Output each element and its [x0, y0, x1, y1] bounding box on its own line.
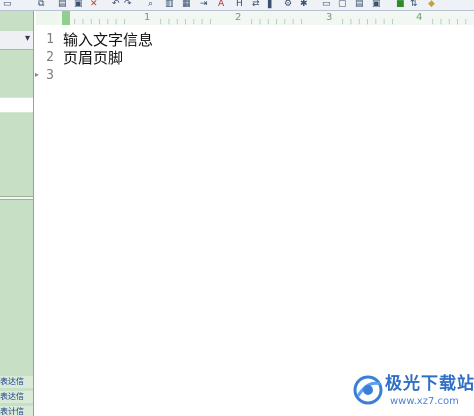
list-item[interactable]: 表达信	[0, 376, 33, 388]
ruler-mark: 3	[326, 12, 333, 23]
undo-icon[interactable]: ↶	[112, 0, 120, 9]
window-icon[interactable]: ▤	[355, 0, 364, 9]
column-icon[interactable]: ▌	[268, 0, 275, 9]
export-icon[interactable]: ◆	[428, 0, 435, 9]
font-icon[interactable]: H	[236, 0, 243, 9]
watermark-url: www.xz7.com	[390, 396, 459, 407]
editor-line[interactable]: 输入文字信息	[63, 31, 153, 49]
ruler-mark: 4	[416, 12, 423, 23]
pane-divider	[0, 196, 33, 200]
line-number: 2	[46, 50, 54, 65]
line-number: 1	[46, 32, 54, 47]
ruler-mark: 2	[235, 12, 242, 23]
pane-selected-row[interactable]	[0, 97, 33, 113]
column-ruler: ╷ ╷ ╷ ╷ ╷ ╷ ╷ 1 ╷ ╷ ╷ ╷ ╷ ╷ ╷ 2 ╷ ╷ ╷ ╷ …	[58, 11, 474, 25]
paste-icon[interactable]: ▤	[58, 0, 67, 9]
column-icon[interactable]: ⇥	[200, 0, 208, 9]
font-color-icon[interactable]: A	[218, 0, 224, 9]
side-pane: ▾ 表达信 表达信 表计信	[0, 11, 34, 416]
ruler-ticks: ╷ ╷ ╷ ╷ ╷ ╷ ╷	[340, 15, 396, 25]
ruler-ticks: ╷ ╷ ╷ ╷ ╷ ╷ ╷	[249, 15, 305, 25]
find-icon[interactable]: ⌕	[148, 0, 153, 9]
settings-icon[interactable]: ⚙	[284, 0, 292, 9]
list-item[interactable]: 表计信	[0, 406, 33, 416]
pane-header[interactable]: ▾	[0, 31, 33, 50]
window-icon[interactable]: ▣	[372, 0, 381, 9]
ruler-ticks: ╷ ╷ ╷ ╷ ╷ ╷ ╷	[72, 15, 128, 25]
chevron-down-icon[interactable]: ▾	[25, 33, 30, 44]
watermark-title: 极光下载站	[385, 374, 474, 394]
format-icon[interactable]: ▥	[165, 0, 174, 9]
window-icon[interactable]: ▢	[338, 0, 347, 9]
ruler-cursor-marker	[62, 11, 70, 25]
paste-icon[interactable]: ▣	[74, 0, 83, 9]
ruler-corner	[36, 11, 58, 25]
settings-icon[interactable]: ✱	[300, 0, 308, 9]
wrap-icon[interactable]: ⇄	[252, 0, 260, 9]
toolbar: ▭ ⧉ ▤ ▣ ✕ ↶ ↷ ⌕ ▥ ▦ ⇥ A H ⇄ ▌ ⚙ ✱ ▭ ▢ ▤ …	[0, 0, 474, 11]
format-icon[interactable]: ▦	[182, 0, 191, 9]
ruler-ticks: ╷ ╷ ╷ ╷ ╷	[430, 15, 469, 25]
editor-line[interactable]: 页眉页脚	[63, 49, 123, 67]
new-document-icon[interactable]: ▭	[3, 0, 12, 9]
export-icon[interactable]: ⇅	[410, 0, 418, 9]
redo-icon[interactable]: ↷	[124, 0, 132, 9]
copy-icon[interactable]: ⧉	[38, 0, 44, 9]
line-number: 3	[46, 68, 54, 83]
watermark-logo-icon	[353, 375, 383, 405]
ruler-mark: 1	[144, 12, 151, 23]
ruler-ticks: ╷ ╷ ╷ ╷ ╷ ╷ ╷	[158, 15, 214, 25]
watermark: 极光下载站 www.xz7.com	[352, 372, 474, 412]
delete-icon[interactable]: ✕	[90, 0, 98, 9]
view-icon[interactable]: ▭	[322, 0, 331, 9]
list-item[interactable]: 表达信	[0, 391, 33, 403]
export-icon[interactable]: ■	[396, 0, 405, 9]
